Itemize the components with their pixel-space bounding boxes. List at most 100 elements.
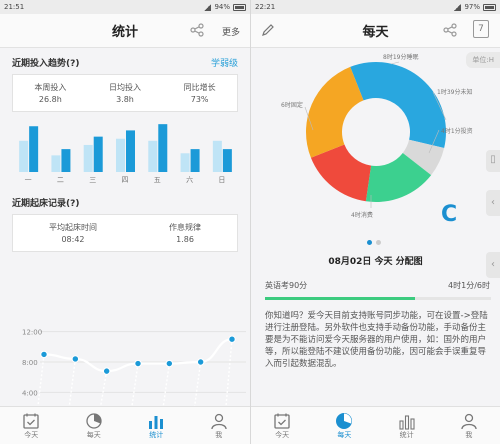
drop-line <box>99 371 108 406</box>
bar-category-label: 一 <box>25 176 32 184</box>
drop-line <box>68 358 77 406</box>
stat-label: 作息规律 <box>169 223 201 232</box>
tab-stats[interactable]: 统计 <box>131 412 181 440</box>
tab-daily[interactable]: 每天 <box>319 412 369 440</box>
stat-value: 3.8h <box>116 95 134 104</box>
tab-label: 每天 <box>86 430 101 439</box>
sleep-section-header: 近期起床记录(?) <box>0 190 250 214</box>
task-time: 4时1分/6时 <box>448 281 490 290</box>
y-tick-label: 12:00 <box>22 329 42 337</box>
bar <box>148 140 158 172</box>
sleep-stats-card: 平均起床时间 08:42 作息规律 1.86 <box>12 214 238 252</box>
donut-slice[interactable] <box>306 66 364 158</box>
bar-chart-icon <box>399 414 415 430</box>
wake-line-chart: 12:00 8:00 4:00 <box>22 329 246 406</box>
stat-daily: 日均投入 3.8h <box>109 82 141 104</box>
wake-point[interactable] <box>196 358 205 366</box>
bar <box>222 149 232 172</box>
wake-point[interactable] <box>228 335 236 343</box>
panel-icon: ▯ <box>490 154 496 165</box>
calendar-button[interactable]: 7 <box>473 20 489 38</box>
tab-me[interactable]: 我 <box>194 412 244 440</box>
donut-slice[interactable] <box>350 62 446 149</box>
stat-label: 平均起床时间 <box>49 223 97 232</box>
tab-label: 统计 <box>149 430 164 439</box>
task-progress-fill <box>265 297 415 300</box>
y-tick-label: 8:00 <box>22 359 38 367</box>
calendar-check-icon <box>23 413 39 429</box>
drop-line <box>162 363 171 406</box>
stat-avg-wake: 平均起床时间 08:42 <box>49 222 97 244</box>
tab-label: 今天 <box>275 430 290 439</box>
bar <box>61 149 71 172</box>
title-bar: 统计 更多 <box>0 14 250 48</box>
allocation-donut-chart: 8时19分睡眠 1时39分未知 4时1分投资 4时消费 6时固定 <box>281 53 473 219</box>
wake-point[interactable] <box>40 350 48 359</box>
wake-point[interactable] <box>71 355 80 363</box>
invest-heading[interactable]: 近期投入趋势(?) <box>12 56 79 69</box>
pie-chart-icon <box>336 412 353 429</box>
side-prev-button[interactable]: ‹ <box>486 190 500 216</box>
tab-stats[interactable]: 统计 <box>382 412 432 440</box>
bar <box>126 130 135 172</box>
pencil-icon[interactable] <box>261 23 275 37</box>
more-button[interactable]: 更多 <box>222 25 240 38</box>
sleep-heading[interactable]: 近期起床记录(?) <box>12 196 79 209</box>
tab-today[interactable]: 今天 <box>6 412 56 440</box>
wake-point[interactable] <box>102 367 111 375</box>
bar <box>51 155 61 172</box>
tab-me[interactable]: 我 <box>444 412 494 440</box>
bar <box>158 124 168 172</box>
battery-icon <box>233 3 246 11</box>
page-dot-active[interactable] <box>367 240 372 245</box>
wake-point[interactable] <box>165 359 174 368</box>
stat-growth: 同比增长 73% <box>184 82 216 104</box>
y-tick-label: 4:00 <box>22 389 38 397</box>
tab-label: 统计 <box>399 430 414 439</box>
level-link[interactable]: 学弱级 <box>211 56 238 69</box>
task-name: 英语考90分 <box>265 281 308 290</box>
page-dot[interactable] <box>376 240 381 245</box>
tab-label: 我 <box>465 430 473 439</box>
bar-chart-icon <box>149 415 164 429</box>
tab-label: 每天 <box>337 430 352 439</box>
slice-label: 1时39分未知 <box>437 88 472 96</box>
task-row[interactable]: 英语考90分 4时1分/6时 <box>265 280 490 298</box>
slice-label: 4时消费 <box>351 211 373 219</box>
leader-line <box>390 61 400 65</box>
bottom-tab-bar: 今天 每天 统计 我 <box>0 406 250 444</box>
calendar-day: 7 <box>478 24 484 34</box>
bar <box>180 153 190 172</box>
stats-screen: 21:51 94% 统计 更多 近期投入趋势(?) 学弱级 本周投入 26.8h… <box>0 0 250 444</box>
user-icon <box>211 413 227 429</box>
tab-label: 今天 <box>24 430 39 439</box>
daily-screen: 22:21 97% 每天 7 单位:H 8时19分睡眠 1时39分未知 4时1分投资… <box>250 0 500 444</box>
page-title: 统计 <box>111 25 138 40</box>
title-bar: 每天 7 <box>251 14 500 48</box>
stat-weekly: 本周投入 26.8h <box>34 82 66 104</box>
bottom-tab-bar: 今天 每天 统计 我 <box>251 406 500 444</box>
bar <box>19 140 29 172</box>
stat-label: 本周投入 <box>34 83 67 92</box>
status-bar: 21:51 94% <box>0 0 250 14</box>
slice-label: 8时19分睡眠 <box>383 53 418 61</box>
side-panel-toggle[interactable]: ▯ <box>486 150 500 172</box>
slice-label: 4时1分投资 <box>441 127 473 135</box>
page-indicator <box>367 240 381 245</box>
share-icon[interactable] <box>443 23 457 37</box>
wake-point[interactable] <box>134 359 142 368</box>
status-time: 22:21 <box>255 3 276 11</box>
drop-line <box>225 339 233 406</box>
invest-stats-card: 本周投入 26.8h 日均投入 3.8h 同比增长 73% <box>12 74 238 112</box>
stat-label: 日均投入 <box>108 83 141 92</box>
share-icon[interactable] <box>190 23 204 37</box>
bar-category-label: 日 <box>218 176 225 184</box>
status-bar: 22:21 97% <box>251 0 500 14</box>
status-time: 21:51 <box>4 3 25 11</box>
tab-today[interactable]: 今天 <box>257 412 307 440</box>
user-icon <box>461 413 477 429</box>
bar <box>29 126 39 172</box>
battery-icon <box>483 3 496 11</box>
tab-daily[interactable]: 每天 <box>69 412 119 440</box>
chart-caption: 08月02日 今天 分配图 <box>328 257 423 267</box>
